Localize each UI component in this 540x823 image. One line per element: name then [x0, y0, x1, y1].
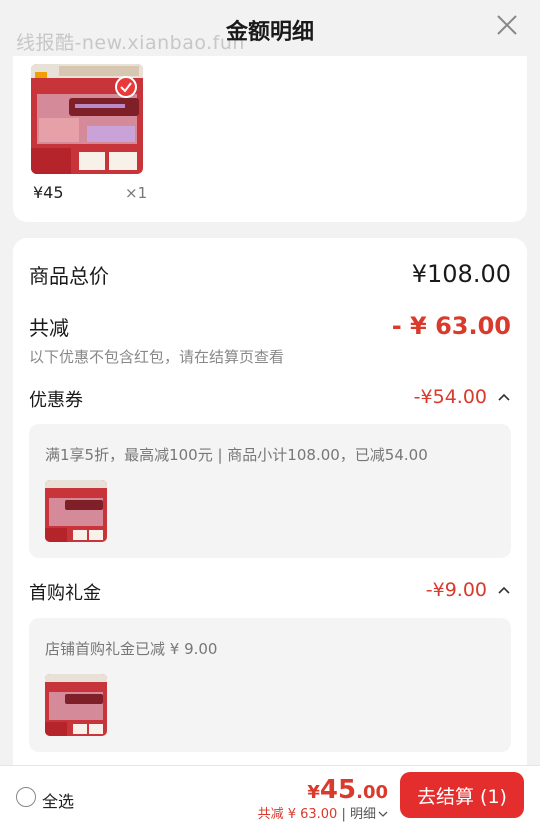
product-card: ¥45 ×1 — [13, 56, 527, 222]
total-row: 商品总价 ¥108.00 — [29, 260, 511, 292]
total-value: ¥108.00 — [411, 260, 511, 288]
footer-total: ¥45.00 — [307, 775, 388, 805]
checkout-bar: 全选 ¥45.00 共减 ¥ 63.00 | 明细 去结算 (1) — [0, 765, 540, 823]
product-image[interactable] — [31, 64, 143, 174]
coupon-detail: 满1享5折，最高减100元 | 商品小计108.00，已减54.00 — [45, 446, 428, 464]
first-purchase-detail-box: 店铺首购礼金已减 ¥ 9.00 — [29, 618, 511, 752]
details-link[interactable]: | 明细 — [341, 807, 388, 822]
select-all-label[interactable]: 全选 — [42, 788, 74, 812]
coupon-label: 优惠券 — [29, 390, 83, 411]
first-purchase-value: -¥9.00 — [425, 579, 487, 601]
total-decimal: .00 — [356, 782, 388, 803]
first-purchase-value-wrap: -¥9.00 — [426, 579, 511, 601]
close-button[interactable] — [494, 12, 520, 38]
coupon-row[interactable]: 优惠券 -¥54.00 — [29, 386, 511, 414]
first-purchase-product-thumb — [45, 674, 107, 736]
chevron-up-icon[interactable] — [497, 583, 511, 597]
total-integer: 45 — [319, 775, 357, 805]
product-quantity: ×1 — [125, 184, 148, 202]
first-purchase-label: 首购礼金 — [29, 583, 101, 604]
amount-detail-card: 商品总价 ¥108.00 共减 - ¥ 63.00 以下优惠不包含红包，请在结算… — [13, 238, 527, 823]
total-label: 商品总价 — [29, 264, 109, 288]
chevron-down-icon — [378, 811, 388, 817]
chevron-up-icon[interactable] — [497, 390, 511, 404]
saved-amount: 共减 ¥ 63.00 — [257, 807, 338, 822]
page-title: 金额明细 — [225, 20, 314, 45]
discount-row: 共减 - ¥ 63.00 — [29, 312, 511, 344]
footer-saved: 共减 ¥ 63.00 | 明细 — [258, 803, 388, 822]
first-purchase-row[interactable]: 首购礼金 -¥9.00 — [29, 579, 511, 607]
discount-value: - ¥ 63.00 — [391, 312, 511, 340]
coupon-value-wrap: -¥54.00 — [414, 386, 511, 408]
product-price: ¥45 — [33, 183, 64, 202]
coupon-value: -¥54.00 — [413, 386, 487, 408]
total-currency: ¥ — [307, 782, 320, 803]
coupon-product-thumb — [45, 480, 107, 542]
discount-note: 以下优惠不包含红包，请在结算页查看 — [29, 348, 285, 366]
close-icon — [497, 15, 517, 35]
discount-label: 共减 — [29, 316, 69, 340]
coupon-detail-box: 满1享5折，最高减100元 | 商品小计108.00，已减54.00 — [29, 424, 511, 558]
select-all-radio[interactable] — [16, 787, 36, 807]
first-purchase-detail: 店铺首购礼金已减 ¥ 9.00 — [45, 640, 218, 658]
checkout-button[interactable]: 去结算 (1) — [400, 772, 524, 818]
header: 线报酷-new.xianbao.fun 金额明细 — [0, 0, 540, 58]
